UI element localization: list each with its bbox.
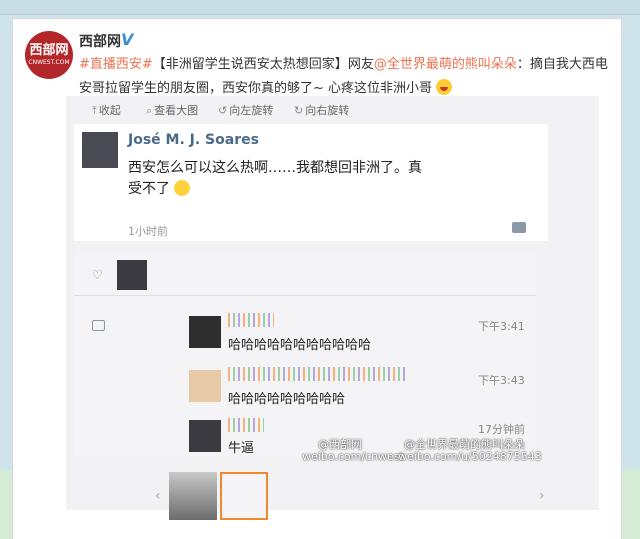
comment-text: 哈哈哈哈哈哈哈哈哈 (228, 392, 346, 407)
username-link[interactable]: 西部网 (79, 31, 121, 51)
collapse-button[interactable]: ⤒ 收起 (92, 102, 121, 118)
comment-time: 下午3:43 (478, 374, 525, 387)
screenshot-post-text: 西安怎么可以这么热啊……我都想回非洲了。真受不了 (128, 158, 428, 200)
comment-time: 17分钟前 (478, 423, 525, 436)
hashtag-link[interactable]: #直播西安# (79, 57, 153, 72)
rotate-right-label: 向右旋转 (305, 104, 350, 117)
comment-icon (92, 320, 105, 331)
rotate-left-icon: ↺ (218, 104, 228, 117)
verified-icon[interactable]: V (121, 30, 133, 49)
view-large-label: 查看大图 (154, 104, 199, 117)
liker-avatar (117, 260, 147, 290)
awkward-emoji-icon (174, 180, 191, 196)
rotate-right-button[interactable]: ↻ 向右旋转 (294, 102, 349, 118)
commenter-avatar (189, 420, 221, 452)
post-text-prefix: 网友 (347, 57, 374, 72)
thumbnail-2-selected[interactable] (220, 472, 268, 520)
rotate-left-label: 向左旋转 (229, 104, 274, 117)
thumb-prev-arrow[interactable]: ‹ (155, 488, 161, 504)
previous-card-edge (0, 0, 640, 15)
comment-bubble-icon (512, 222, 526, 233)
thumb-next-arrow[interactable]: › (539, 488, 545, 504)
commenter-name (228, 367, 406, 381)
arrow-up-icon: ⤒ (92, 104, 97, 117)
image-toolbar: ⤒ 收起 ⌕ 查看大图 ↺ 向左旋转 ↻ 向右旋转 (66, 96, 599, 123)
thumbnail-1[interactable] (169, 472, 217, 520)
mention-link[interactable]: @全世界最萌的熊叫朵朵 (374, 57, 517, 72)
avatar-text: 西部网 (29, 42, 69, 58)
post-text: #直播西安#【非洲留学生说西安太热想回家】网友@全世界最萌的熊叫朵朵：摘自我大西… (79, 53, 619, 101)
commenter-avatar (189, 370, 221, 402)
commenter-name (228, 418, 264, 432)
commenter-name (228, 313, 274, 327)
watermark-url-1: weibo.com/cnwest (302, 450, 404, 463)
view-large-button[interactable]: ⌕ 查看大图 (146, 102, 198, 118)
rotate-right-icon: ↻ (294, 104, 304, 117)
commenter-avatar (189, 316, 221, 348)
post-headline: 【非洲留学生说西安太热想回家】 (152, 57, 348, 72)
screenshot-author-name: José M. J. Soares (128, 132, 259, 148)
comment-time: 下午3:41 (478, 320, 525, 333)
collapse-label: 收起 (98, 104, 121, 117)
user-avatar[interactable]: 西部网 CNWEST.COM (25, 31, 73, 79)
screenshot-post-time: 1小时前 (128, 225, 168, 238)
screenshot-author-avatar (82, 132, 118, 168)
magnifier-icon: ⌕ (146, 104, 153, 117)
comment-text: 牛逼 (228, 441, 255, 456)
screenshot-post: José M. J. Soares 西安怎么可以这么热啊……我都想回非洲了。真受… (74, 124, 548, 241)
heart-icon: ♡ (92, 268, 103, 282)
screenshot-text: 西安怎么可以这么热啊……我都想回非洲了。真受不了 (128, 160, 422, 197)
comment-text: 哈哈哈哈哈哈哈哈哈哈哈 (228, 338, 372, 353)
rotate-left-button[interactable]: ↺ 向左旋转 (218, 102, 273, 118)
laughing-emoji-icon (436, 79, 453, 95)
watermark-url-2: weibo.com/u/5024875543 (398, 450, 542, 463)
avatar-subtext: CNWEST.COM (28, 58, 70, 66)
